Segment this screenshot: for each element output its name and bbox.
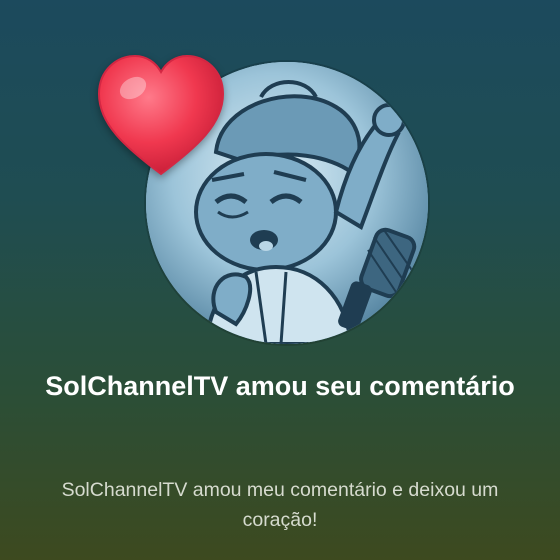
notification-card: SolChannelTV amou seu comentário SolChan… (0, 0, 560, 560)
notification-title: SolChannelTV amou seu comentário (45, 371, 515, 401)
notification-message: SolChannelTV amou meu comentário e deixo… (61, 479, 499, 531)
heart-icon (97, 54, 225, 176)
